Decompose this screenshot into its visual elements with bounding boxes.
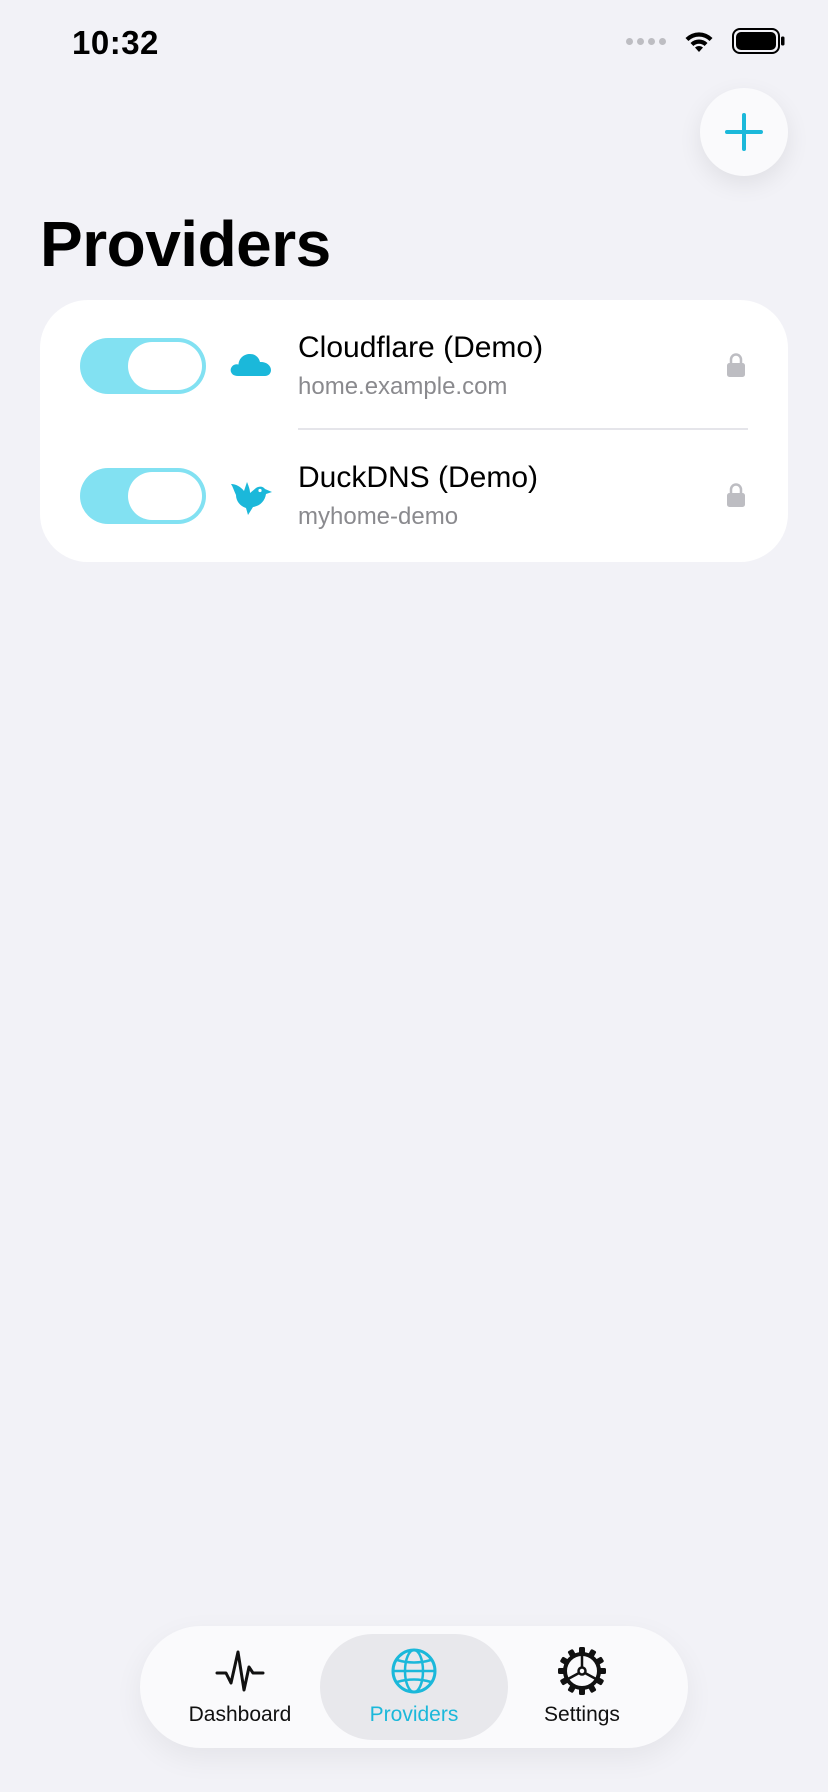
- provider-enabled-toggle[interactable]: [80, 338, 206, 394]
- globe-icon: [391, 1648, 437, 1694]
- lock-icon: [727, 353, 745, 377]
- wifi-icon: [685, 32, 713, 52]
- provider-name: DuckDNS (Demo): [298, 461, 539, 494]
- cloud-icon: [230, 354, 271, 376]
- tab-label: Settings: [544, 1703, 620, 1726]
- provider-domain: home.example.com: [298, 373, 508, 400]
- provider-domain: myhome-demo: [298, 503, 459, 530]
- waveform-icon: [215, 1650, 265, 1692]
- tab-dashboard[interactable]: Dashboard: [154, 1634, 326, 1740]
- provider-list: Cloudflare (Demo) home.example.com DuckD…: [40, 300, 788, 562]
- bird-icon: [231, 482, 272, 515]
- lock-icon: [727, 483, 745, 507]
- provider-row-cloudflare[interactable]: Cloudflare (Demo) home.example.com: [40, 300, 788, 430]
- tab-bar: Dashboard Providers Settings: [140, 1626, 688, 1748]
- tab-label: Dashboard: [188, 1703, 292, 1726]
- toggle-knob: [128, 472, 202, 520]
- provider-row-duckdns[interactable]: DuckDNS (Demo) myhome-demo: [40, 430, 788, 560]
- toggle-knob: [128, 342, 202, 390]
- add-provider-button[interactable]: [700, 88, 788, 176]
- gear-icon: [558, 1647, 606, 1695]
- cellular-signal-icon: [626, 37, 666, 45]
- plus-icon: [725, 113, 763, 151]
- tab-label: Providers: [369, 1703, 459, 1726]
- providers-screen: 10:32 Providers Cloudflare (Demo) home.e…: [0, 0, 828, 1792]
- status-time: 10:32: [72, 24, 159, 61]
- tab-settings[interactable]: Settings: [496, 1634, 668, 1740]
- status-icons: [626, 28, 786, 54]
- provider-enabled-toggle[interactable]: [80, 468, 206, 524]
- battery-icon: [732, 28, 785, 54]
- tab-providers[interactable]: Providers: [320, 1634, 508, 1740]
- page-title: Providers: [40, 208, 331, 280]
- provider-name: Cloudflare (Demo): [298, 331, 544, 364]
